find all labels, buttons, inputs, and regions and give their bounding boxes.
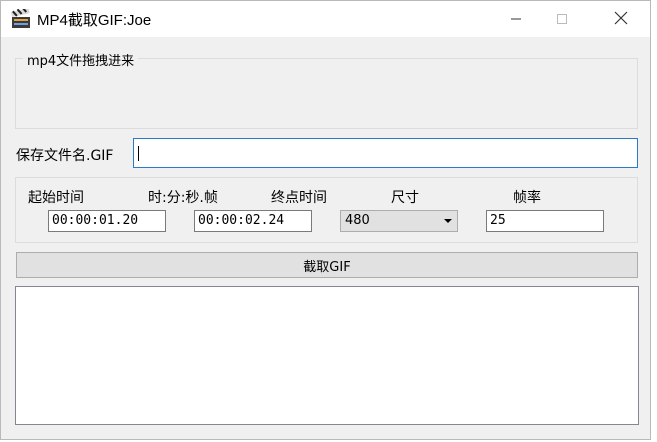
close-icon	[614, 10, 628, 29]
fps-input[interactable]: 25	[486, 210, 604, 232]
chevron-down-icon	[444, 219, 452, 223]
save-filename-label: 保存文件名.GIF	[16, 148, 114, 164]
minimize-button[interactable]	[493, 1, 539, 37]
text-cursor	[138, 146, 139, 161]
fps-label: 帧率	[513, 190, 541, 206]
maximize-icon	[556, 10, 568, 29]
minimize-icon	[510, 10, 522, 29]
start-time-input[interactable]: 00:00:01.20	[48, 210, 166, 232]
window-title: MP4截取GIF:Joe	[37, 12, 152, 29]
time-format-label: 时:分:秒.帧	[148, 190, 218, 206]
end-time-label: 终点时间	[271, 190, 327, 206]
close-button[interactable]	[598, 1, 644, 37]
title-bar[interactable]: MP4截取GIF:Joe	[1, 1, 650, 37]
capture-gif-button[interactable]: 截取GIF	[16, 252, 638, 278]
output-log[interactable]	[15, 286, 639, 425]
size-select-value: 480	[345, 213, 370, 228]
start-time-label: 起始时间	[28, 190, 84, 206]
maximize-button[interactable]	[539, 1, 585, 37]
end-time-input[interactable]: 00:00:02.24	[194, 210, 312, 232]
size-select[interactable]: 480	[340, 210, 458, 232]
capture-gif-button-label: 截取GIF	[303, 259, 351, 275]
save-filename-input[interactable]	[133, 138, 638, 168]
size-label: 尺寸	[391, 190, 419, 206]
clapperboard-icon	[10, 6, 31, 29]
drop-zone-title: mp4文件拖拽进来	[23, 50, 139, 69]
app-window: MP4截取GIF:Joe mp4文件拖拽进来 保存文件名.GIF 起始时间 时:…	[0, 0, 651, 440]
